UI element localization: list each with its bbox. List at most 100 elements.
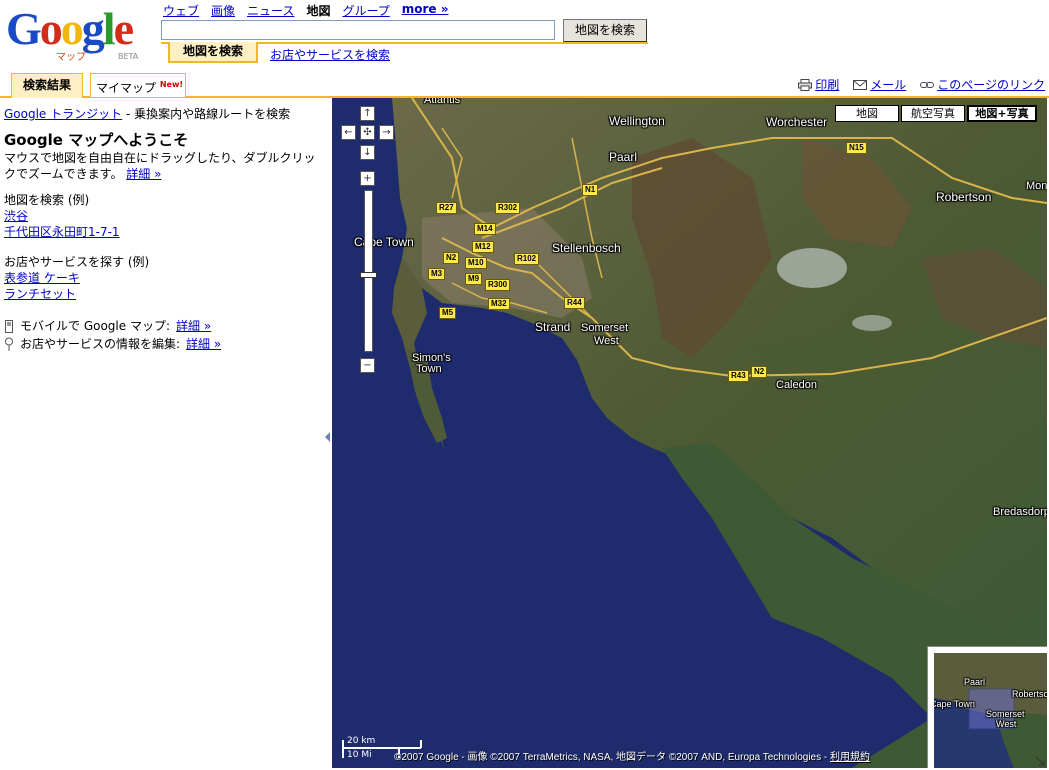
overview-somerset: Somerset (986, 709, 1025, 719)
overview-west: West (996, 719, 1017, 729)
logo-text: Google (6, 3, 134, 54)
scale-km: 20 km (347, 736, 376, 746)
beta-label: BETA (118, 52, 139, 61)
mobile-text: モバイルで Google マップ: (20, 319, 170, 333)
transit-row: Google トランジット - 乗換案内や路線ルートを検索 (4, 106, 324, 122)
road-shield: M14 (474, 223, 496, 235)
overview-robertson: Robertson (1012, 689, 1047, 699)
permalink[interactable]: このページのリンク (920, 76, 1045, 93)
mobile-more-link[interactable]: 詳細 » (176, 318, 211, 334)
biz-search-examples: お店やサービスを探す (例) 表参道 ケーキ ランチセット (4, 254, 324, 302)
map-type-hybrid[interactable]: 地図+写真 (967, 105, 1037, 122)
print-link[interactable]: 印刷 (798, 76, 839, 93)
road-shield: N2 (751, 366, 768, 378)
print-label[interactable]: 印刷 (815, 76, 839, 93)
collapse-overview-icon[interactable] (1035, 756, 1045, 766)
road-shield: N1 (582, 184, 599, 196)
map-copyright: ©2007 Google - 画像 ©2007 TerraMetrics, NA… (394, 748, 870, 763)
pan-right-icon[interactable]: → (379, 125, 394, 140)
road-shield: R300 (485, 279, 511, 291)
place-west: West (594, 335, 619, 347)
pan-left-icon[interactable]: ← (341, 125, 356, 140)
tab-business-search[interactable]: お店やサービスを検索 (270, 46, 390, 63)
zoom-in-icon[interactable]: + (360, 171, 375, 186)
place-paarl: Paarl (609, 150, 638, 164)
nav-groups[interactable]: グループ (342, 2, 389, 18)
zoom-out-icon[interactable]: − (360, 358, 375, 373)
map-type-satellite[interactable]: 航空写真 (901, 105, 965, 122)
example-nagatacho[interactable]: 千代田区永田町1-7-1 (4, 225, 120, 239)
edit-text: お店やサービスの情報を編集: (20, 337, 181, 351)
road-shield: N15 (846, 142, 867, 154)
example-lunch-set[interactable]: ランチセット (4, 287, 76, 301)
map-search-label: 地図を検索 (例) (4, 193, 90, 207)
mobile-phone-icon (5, 319, 13, 333)
nav-more[interactable]: more » (402, 2, 449, 18)
copyright-text: ©2007 Google - 画像 ©2007 TerraMetrics, NA… (394, 752, 830, 763)
road-shield: M9 (465, 273, 483, 285)
nav-maps: 地図 (306, 4, 331, 18)
mail-link[interactable]: メール (853, 76, 906, 93)
place-cape-town: Cape Town (354, 235, 414, 249)
nav-news[interactable]: ニュース (247, 2, 294, 18)
map-type-map[interactable]: 地図 (835, 105, 899, 122)
google-maps-logo[interactable]: Google マップ BETA (6, 6, 156, 64)
example-omotesando-cake[interactable]: 表参道 ケーキ (4, 271, 80, 285)
top-nav: ウェブ 画像 ニュース 地図 グループ more » (163, 2, 448, 18)
envelope-icon (853, 79, 868, 90)
search-type-tabs: 地図を検索 お店やサービスを検索 (161, 42, 648, 64)
place-somerset: Somerset (581, 322, 629, 334)
tab-map-search[interactable]: 地図を検索 (168, 42, 258, 63)
tab-search-results[interactable]: 検索結果 (11, 73, 83, 98)
place-mon: Mon (1026, 180, 1047, 192)
logo-subtitle: マップ (56, 52, 86, 63)
overview-paarl: Paarl (964, 677, 986, 687)
transit-link[interactable]: Google トランジット (4, 107, 122, 121)
place-atlantis: Atlantis (424, 98, 461, 106)
pan-up-icon[interactable]: ↑ (360, 106, 375, 121)
road-shield: M3 (428, 268, 446, 280)
overview-map-view: Paarl Robertson Cape Town Somerset West (934, 653, 1047, 768)
pan-center-icon[interactable]: ✣ (360, 125, 375, 140)
pan-down-icon[interactable]: ↓ (360, 145, 375, 160)
nav-images[interactable]: 画像 (211, 2, 235, 18)
zoom-slider-track[interactable] (364, 190, 373, 352)
transit-text: - 乗換案内や路線ルートを検索 (122, 107, 291, 121)
place-caledon: Caledon (776, 379, 817, 391)
edit-more-link[interactable]: 詳細 » (186, 336, 221, 352)
overview-map[interactable]: Paarl Robertson Cape Town Somerset West (927, 646, 1047, 768)
road-shield: M32 (488, 298, 510, 310)
place-stellenbosch: Stellenbosch (552, 241, 621, 255)
welcome-more-link[interactable]: 詳細 » (126, 167, 161, 181)
search-maps-button[interactable]: 地図を検索 (563, 19, 647, 42)
my-maps-label: マイマップ (96, 81, 157, 95)
road-shield: M5 (439, 307, 457, 319)
tab-my-maps[interactable]: マイマップ New! (90, 73, 186, 97)
place-simons-town: Town (416, 363, 442, 375)
scale-mi: 10 Mi (347, 750, 372, 760)
road-shield: R44 (564, 297, 585, 309)
place-wellington: Wellington (609, 114, 665, 128)
nav-web[interactable]: ウェブ (163, 2, 199, 18)
road-shield: M10 (465, 257, 487, 269)
terms-link[interactable]: 利用規約 (830, 752, 870, 763)
map-canvas[interactable]: Atlantis Wellington Worchester Paarl Rob… (332, 98, 1047, 768)
welcome-title: Google マップへようこそ (4, 131, 189, 149)
chain-link-icon (920, 81, 935, 88)
zoom-slider-thumb[interactable] (360, 272, 377, 278)
mail-label[interactable]: メール (870, 76, 906, 93)
road-shield: R27 (436, 202, 457, 214)
example-shibuya[interactable]: 渋谷 (4, 209, 28, 223)
extra-links: モバイルで Google マップ: 詳細 » お店やサービスの情報を編集: 詳細… (4, 318, 324, 352)
map-search-examples: 地図を検索 (例) 渋谷 千代田区永田町1-7-1 (4, 192, 324, 240)
biz-search-label: お店やサービスを探す (例) (4, 255, 150, 269)
permalink-label[interactable]: このページのリンク (937, 76, 1045, 93)
search-input[interactable] (161, 20, 555, 40)
edit-row: お店やサービスの情報を編集: 詳細 » (4, 336, 324, 352)
road-shield: R43 (728, 370, 749, 382)
welcome-text-row: マウスで地図を自由自在にドラッグしたり、ダブルクリックでズームできます。 詳細 … (4, 150, 324, 182)
mobile-row: モバイルで Google マップ: 詳細 » (4, 318, 324, 334)
collapse-panel-arrow[interactable] (325, 432, 330, 442)
overview-cape-town: Cape Town (934, 699, 975, 709)
page-links: 印刷 メール このページのリンク (798, 76, 1045, 93)
